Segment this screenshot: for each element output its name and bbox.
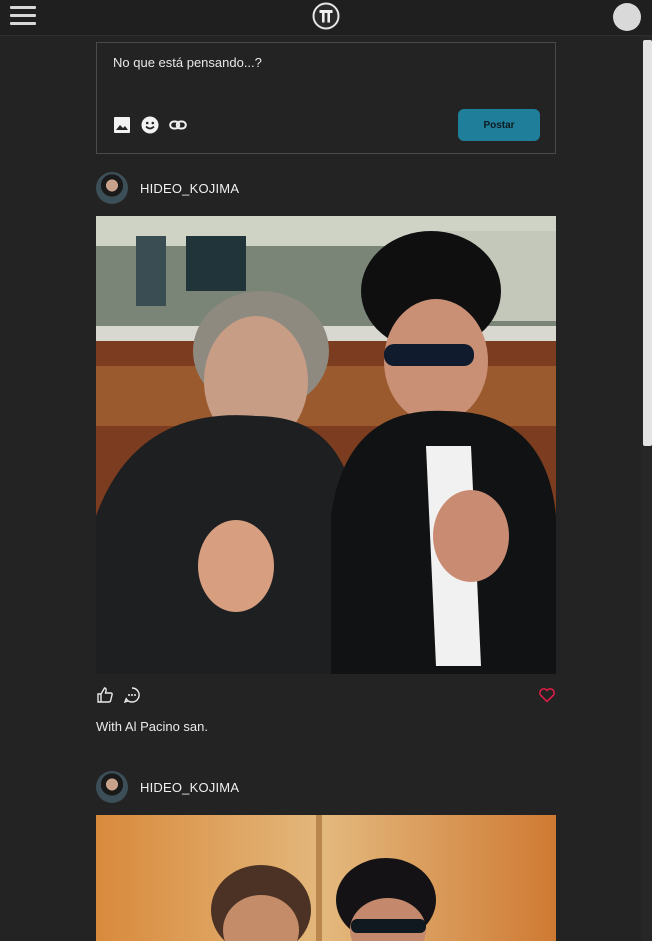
emoji-icon[interactable]	[140, 115, 160, 135]
comment-icon[interactable]	[123, 686, 141, 704]
composer-tools	[112, 115, 188, 135]
top-bar	[0, 0, 652, 36]
post-actions	[96, 686, 556, 706]
post-caption: With Al Pacino san.	[96, 719, 208, 734]
logo-icon[interactable]	[312, 2, 340, 30]
user-avatar[interactable]	[96, 172, 128, 204]
post-photo[interactable]	[96, 216, 556, 674]
user-avatar[interactable]	[96, 771, 128, 803]
post-username[interactable]: HIDEO_KOJIMA	[140, 181, 239, 196]
post-header: HIDEO_KOJIMA	[96, 771, 239, 803]
hamburger-menu-icon[interactable]	[10, 6, 36, 28]
post-photo[interactable]	[96, 815, 556, 941]
heart-icon[interactable]	[538, 686, 556, 704]
composer-input[interactable]: No que está pensando...?	[113, 55, 533, 70]
scrollbar-thumb[interactable]	[643, 40, 652, 446]
post-username[interactable]: HIDEO_KOJIMA	[140, 780, 239, 795]
profile-avatar[interactable]	[613, 3, 641, 31]
post-button[interactable]: Postar	[458, 109, 540, 141]
post-header: HIDEO_KOJIMA	[96, 172, 239, 204]
like-thumb-icon[interactable]	[96, 686, 114, 704]
image-icon[interactable]	[112, 115, 132, 135]
post-composer: No que está pensando...? Postar	[96, 42, 556, 154]
link-icon[interactable]	[168, 115, 188, 135]
